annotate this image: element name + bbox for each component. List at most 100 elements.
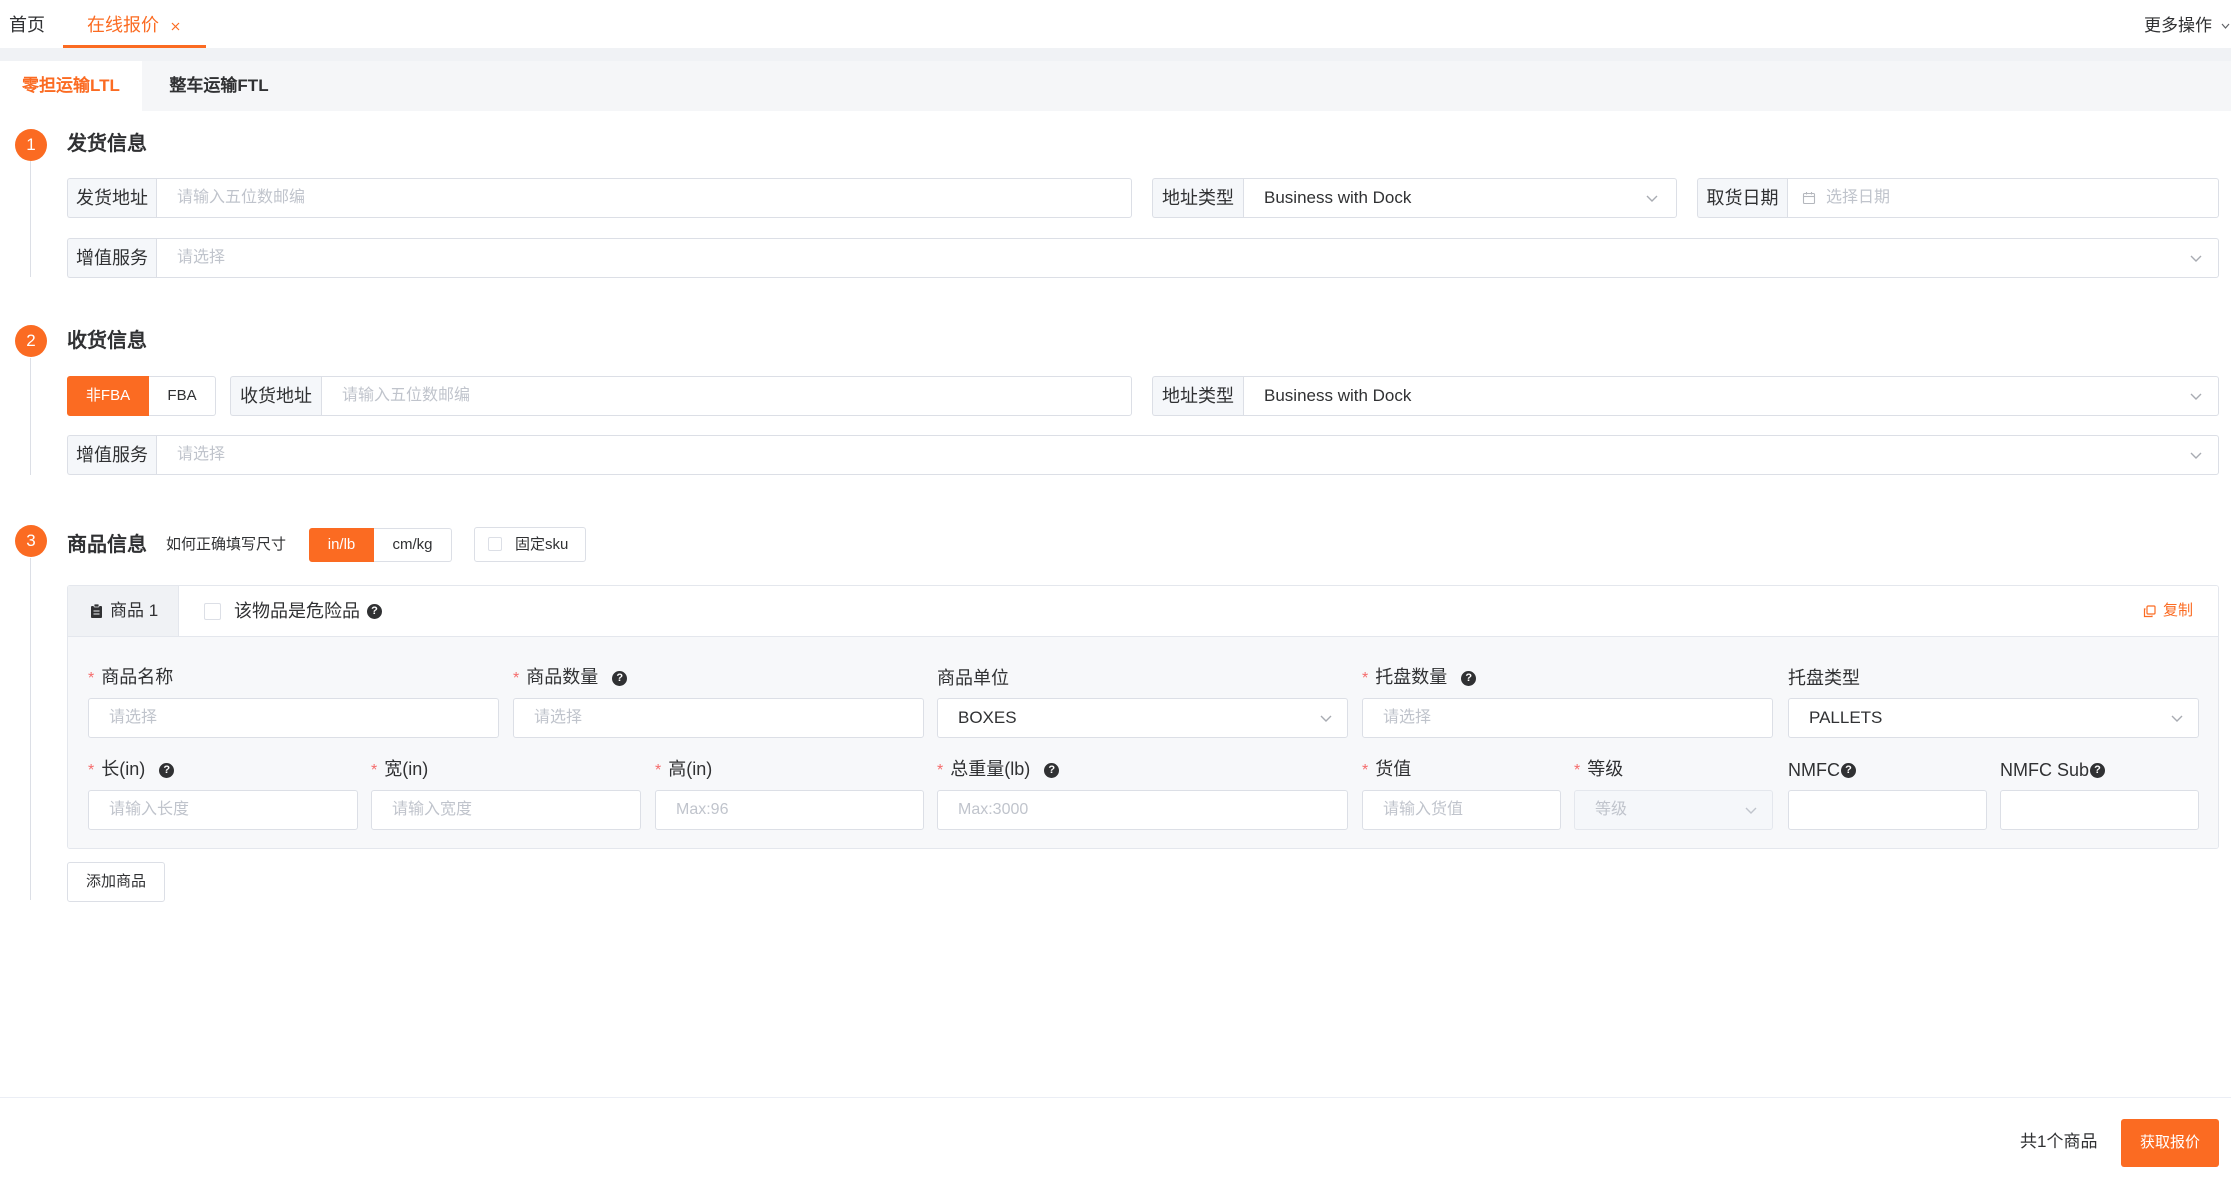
tab-ftl[interactable]: 整车运输FTL [142,61,296,111]
pickup-date-field [1787,178,2219,218]
weight-label-text: 总重量(lb) [937,757,1030,783]
step-connector-1 [30,161,31,277]
copy-product-button[interactable]: 复制 [2143,600,2193,622]
hazmat-label: 该物品是危险品 [234,601,360,621]
freight-class-label-text: 等级 [1574,757,1623,783]
step-badge-3: 3 [15,525,47,557]
goods-value-label-text: 货值 [1362,757,1411,783]
pickup-date-input[interactable] [1788,179,2218,217]
consignee-address-group: 收货地址 [230,376,1132,416]
pickup-date-label: 取货日期 [1697,178,1787,218]
chevron-down-icon [2170,711,2184,725]
height-input[interactable] [656,791,923,829]
shipper-services-group: 增值服务 请选择 [67,238,2219,278]
shipper-zip-input[interactable] [157,179,1131,217]
question-icon[interactable] [159,762,175,778]
copy-label: 复制 [2163,602,2194,619]
hazmat-checkbox[interactable] [204,602,221,620]
pallet-count-input[interactable] [1363,699,1772,737]
question-icon[interactable] [612,670,628,686]
toggle-in-lb[interactable]: in/lb [309,528,374,562]
tab-bar-separator [0,48,2231,61]
question-icon[interactable] [1841,762,1856,778]
question-icon[interactable] [367,603,382,619]
add-product-button[interactable]: 添加商品 [67,862,165,902]
product-unit-select[interactable]: BOXES [937,698,1348,738]
shipper-address-type-group: 地址类型 Business with Dock [1152,178,1677,218]
shipper-address-type-label: 地址类型 [1152,178,1243,218]
hazmat-option: 该物品是危险品 [204,600,382,622]
get-quote-button[interactable]: 获取报价 [2121,1119,2219,1167]
product-quantity-input[interactable] [514,699,923,737]
section-title-shipper: 发货信息 [67,133,147,155]
question-icon[interactable] [1461,670,1477,686]
consignee-address-type-value: Business with Dock [1264,386,1412,405]
transport-mode-tabs: 零担运输LTL 整车运输FTL [0,61,2231,111]
length-label: 长(in) [88,757,175,783]
weight-label: 总重量(lb) [937,757,1060,783]
shipper-address-field [156,178,1132,218]
height-label: 高(in) [655,758,712,782]
product-count: 共1个商品 [2020,1132,2098,1151]
consignee-address-type-select[interactable]: Business with Dock [1243,376,2219,416]
product-name-label-text: 商品名称 [88,665,173,691]
width-label: 宽(in) [371,758,428,782]
freight-class-placeholder: 等级 [1595,801,1628,818]
tab-online-quote[interactable]: 在线报价 [63,0,206,48]
product-unit-value: BOXES [958,708,1017,727]
tab-online-quote-label: 在线报价 [87,15,159,35]
tab-home[interactable]: 首页 [9,12,45,38]
shipper-services-select[interactable]: 请选择 [156,238,2219,278]
weight-input[interactable] [938,791,1347,829]
product-quantity-field [513,698,924,738]
question-icon[interactable] [1044,762,1060,778]
product-quantity-label-text: 商品数量 [513,665,598,691]
toggle-non-fba[interactable]: 非FBA [67,376,149,416]
height-field [655,790,924,830]
product-card-header: 商品 1 该物品是危险品 复制 [68,586,2218,637]
pallet-count-field [1362,698,1773,738]
length-input[interactable] [89,791,357,829]
goods-value-field [1362,790,1561,830]
fixed-sku-label: 固定sku [515,536,569,553]
question-icon[interactable] [2090,762,2106,778]
nmfc-input[interactable] [1789,791,1986,829]
product-name-label: 商品名称 [88,666,173,690]
length-label-text: 长(in) [88,757,145,783]
product-tab-label: 商品 1 [110,601,159,620]
nmfc-sub-field [2000,790,2199,830]
length-field [88,790,358,830]
tab-ltl[interactable]: 零担运输LTL [0,61,142,111]
shipper-address-type-select[interactable]: Business with Dock [1243,178,1677,218]
width-input[interactable] [372,791,640,829]
pallet-type-select[interactable]: PALLETS [1788,698,2199,738]
footer-bar: 共1个商品 获取报价 [0,1097,2231,1177]
more-actions-menu[interactable]: 更多操作 [2144,13,2212,39]
consignee-services-select[interactable]: 请选择 [156,435,2219,475]
toggle-fba[interactable]: FBA [149,376,216,416]
consignee-zip-input[interactable] [322,377,1131,415]
toggle-cm-kg[interactable]: cm/kg [374,528,452,562]
close-icon[interactable] [171,22,180,31]
product-name-field [88,698,499,738]
width-label-text: 宽(in) [371,757,428,783]
product-name-input[interactable] [89,699,498,737]
product-tab-1[interactable]: 商品 1 [68,586,179,636]
fixed-sku-checkbox[interactable]: 固定sku [474,527,586,562]
clipboard-icon [90,603,103,619]
product-card: 商品 1 该物品是危险品 复制 商品名称 商品数量 商品单位 [67,585,2219,849]
chevron-down-icon [1744,803,1758,817]
pickup-date-group: 取货日期 [1697,178,2219,218]
shipper-address-type-value: Business with Dock [1264,188,1412,207]
size-help-link[interactable]: 如何正确填写尺寸 [166,534,286,556]
consignee-address-type-label: 地址类型 [1152,376,1243,416]
shipper-address-group: 发货地址 [67,178,1132,218]
chevron-down-icon [1645,191,1659,205]
step-connector-3 [30,558,31,900]
goods-value-input[interactable] [1363,791,1560,829]
width-field [371,790,641,830]
nmfc-label: NMFC [1788,758,1856,782]
chevron-down-icon[interactable] [2221,22,2230,30]
nmfc-sub-input[interactable] [2001,791,2198,829]
freight-class-select[interactable]: 等级 [1574,790,1773,830]
